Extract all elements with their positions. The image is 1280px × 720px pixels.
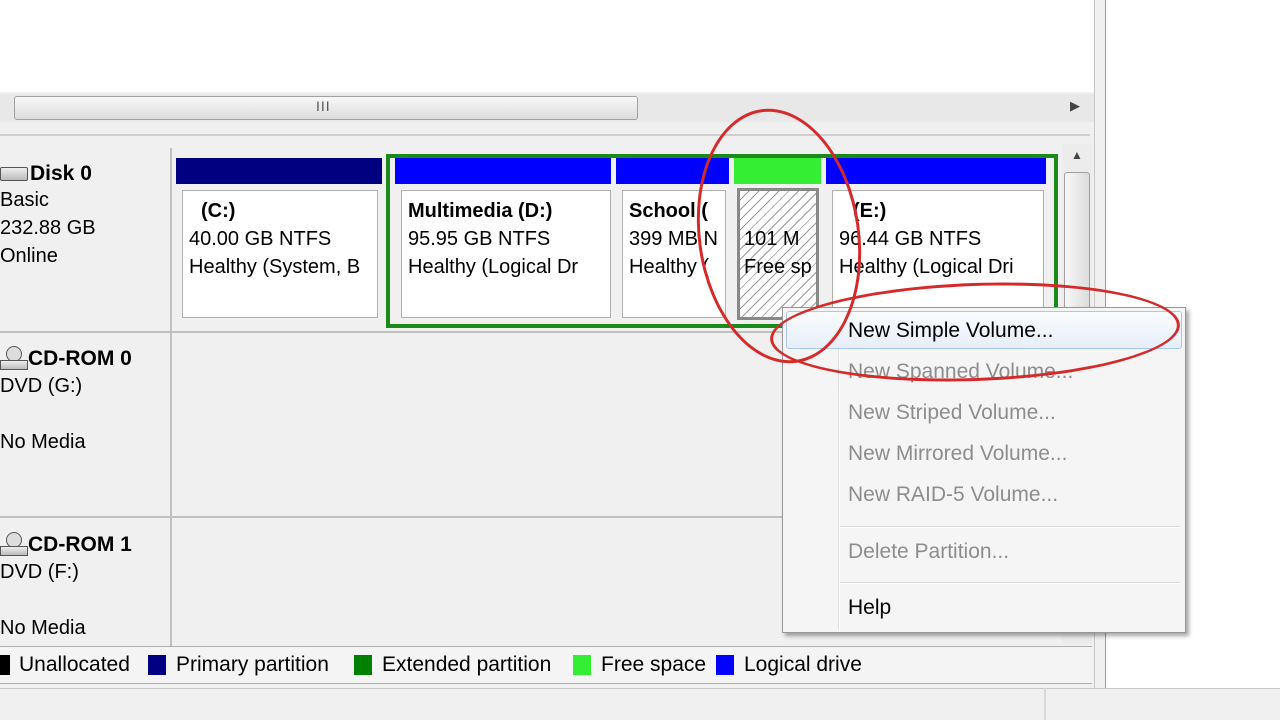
disk-status: Online <box>0 245 58 267</box>
disk-title: CD-ROM 1 <box>28 533 132 556</box>
legend-label-extended: Extended partition <box>382 653 552 676</box>
cdrom-1-header[interactable]: CD-ROM 1 DVD (F:) No Media <box>0 532 132 642</box>
menu-item-help[interactable]: Help <box>848 596 891 620</box>
volume-list-area <box>0 0 1094 92</box>
legend-label-free: Free space <box>601 653 707 676</box>
cdrom-0-header[interactable]: CD-ROM 0 DVD (G:) No Media <box>0 346 132 456</box>
partition-size: 96.44 GB NTFS <box>839 228 982 250</box>
partition-status: Healthy (System, B <box>189 256 361 278</box>
hard-disk-icon <box>0 167 28 181</box>
menu-separator <box>840 526 1180 528</box>
partition-c[interactable]: (C:) 40.00 GB NTFS Healthy (System, B <box>182 190 378 318</box>
legend-label-logical: Logical drive <box>744 653 862 676</box>
menu-item-new-striped-volume[interactable]: New Striped Volume... <box>848 401 1056 425</box>
row-separator <box>0 516 800 518</box>
status-bar <box>0 688 1280 720</box>
disk-type: Basic <box>0 189 49 211</box>
disk-0-header[interactable]: Disk 0 Basic 232.88 GB Online <box>0 162 96 270</box>
drive-letter: DVD (G:) <box>0 375 83 397</box>
legend-swatch-unallocated <box>0 655 10 675</box>
row-header-divider <box>170 148 172 646</box>
cd-drive-icon <box>0 532 28 558</box>
disk-title: Disk 0 <box>30 162 92 185</box>
partition-name: (C:) <box>201 200 236 222</box>
menu-item-delete-partition[interactable]: Delete Partition... <box>848 540 1009 564</box>
drive-letter: DVD (F:) <box>0 561 79 583</box>
cd-drive-icon <box>0 346 28 372</box>
legend-label-primary: Primary partition <box>176 653 329 676</box>
partition-c-bar[interactable] <box>176 158 382 184</box>
partition-size: 95.95 GB NTFS <box>408 228 551 250</box>
legend-swatch-primary <box>148 655 166 675</box>
partition-status: Healthy (Logical Dr <box>408 256 579 278</box>
disk-size: 232.88 GB <box>0 217 96 239</box>
row-separator <box>0 331 800 333</box>
legend-label-unallocated: Unallocated <box>19 653 130 676</box>
menu-item-new-mirrored-volume[interactable]: New Mirrored Volume... <box>848 442 1067 466</box>
partition-name: (E:) <box>853 200 887 222</box>
partition-d[interactable]: Multimedia (D:) 95.95 GB NTFS Healthy (L… <box>401 190 611 318</box>
partition-d-bar[interactable] <box>395 158 611 184</box>
media-status: No Media <box>0 617 86 639</box>
partition-size: 40.00 GB NTFS <box>189 228 332 250</box>
disk-title: CD-ROM 0 <box>28 347 132 370</box>
media-status: No Media <box>0 431 86 453</box>
legend-swatch-extended <box>354 655 372 675</box>
menu-separator <box>840 582 1180 584</box>
scroll-right-arrow-icon[interactable]: ▶ <box>1070 98 1080 114</box>
menu-item-new-raid5-volume[interactable]: New RAID-5 Volume... <box>848 483 1058 507</box>
legend-swatch-free <box>573 655 591 675</box>
partition-name: Multimedia (D:) <box>408 200 553 222</box>
status-bar-divider <box>1044 688 1046 720</box>
partition-e-bar[interactable] <box>826 158 1046 184</box>
scroll-grip: III <box>316 98 331 114</box>
legend-swatch-logical <box>716 655 734 675</box>
scroll-up-arrow-icon[interactable]: ▲ <box>1071 148 1083 162</box>
pane-divider[interactable] <box>0 134 1090 136</box>
partition-status: Healthy (Logical Dri <box>839 256 1014 278</box>
